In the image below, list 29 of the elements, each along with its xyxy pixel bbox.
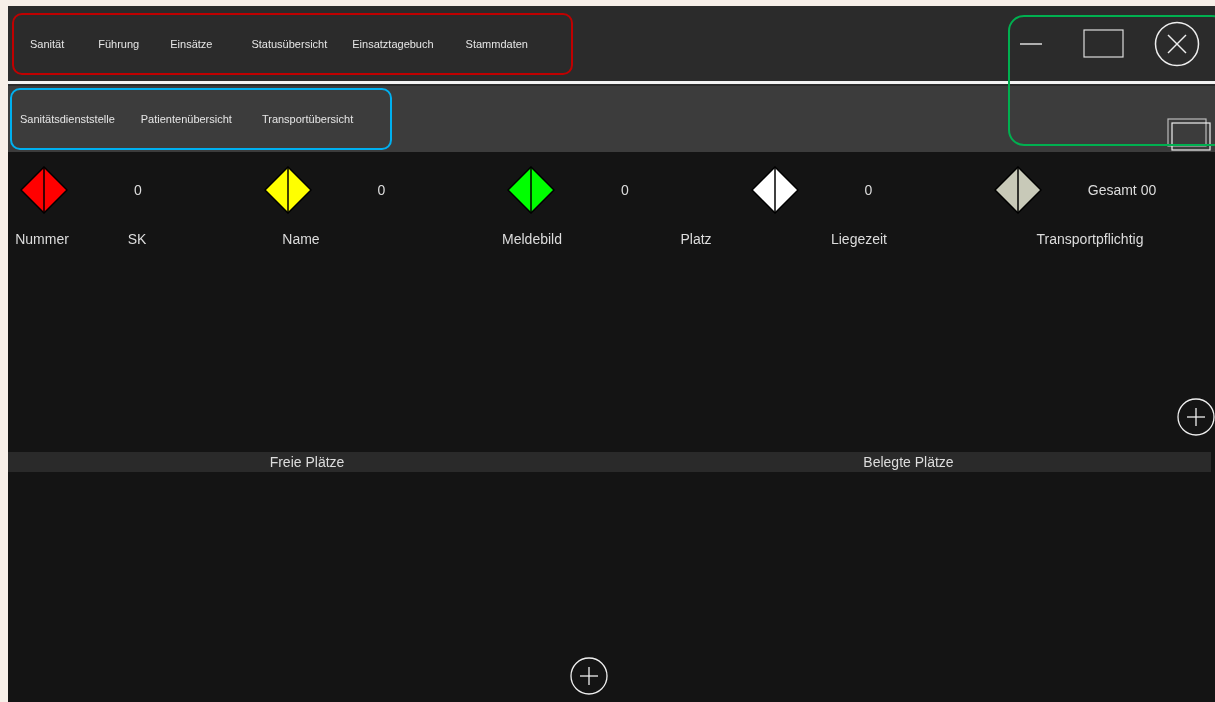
nav-item[interactable]: Stammdaten — [465, 37, 528, 50]
patient-count: 0 — [863, 182, 874, 198]
restore-icon[interactable] — [1167, 117, 1211, 151]
nav-item[interactable]: Transportübersicht — [261, 113, 354, 125]
column-header: Platz — [679, 231, 713, 247]
column-header: Meldebild — [501, 231, 563, 247]
nav-item[interactable]: Sanitätsdienststelle — [20, 113, 115, 125]
nav-item[interactable]: Führung — [98, 37, 140, 50]
column-header: SK — [126, 231, 148, 247]
column-header: Liegezeit — [829, 231, 888, 247]
patient-count: 0 — [376, 182, 387, 198]
patient-count: 0 — [620, 182, 630, 198]
nav-item[interactable]: Statusübersicht — [251, 37, 328, 50]
close-icon[interactable] — [1154, 20, 1200, 67]
nav-item[interactable]: Sanität — [30, 37, 65, 50]
nav-item[interactable]: Patientenübersicht — [140, 113, 232, 125]
column-header: Nummer — [14, 231, 70, 247]
nav-item[interactable]: Einsätze — [170, 37, 213, 50]
column-header: Freie Plätze — [268, 454, 346, 470]
minimize-icon[interactable] — [1019, 41, 1043, 46]
nav-item[interactable]: Einsatztagebuch — [352, 37, 434, 50]
add-icon[interactable] — [1177, 398, 1215, 436]
patient-count: 0 — [133, 182, 143, 198]
column-header: Name — [281, 231, 321, 247]
patient-count: Gesamt 00 — [1086, 182, 1158, 198]
column-header: Belegte Plätze — [862, 454, 955, 470]
column-header: Transportpflichtig — [1035, 231, 1145, 247]
maximize-icon[interactable] — [1083, 29, 1124, 58]
add-icon[interactable] — [570, 657, 608, 695]
